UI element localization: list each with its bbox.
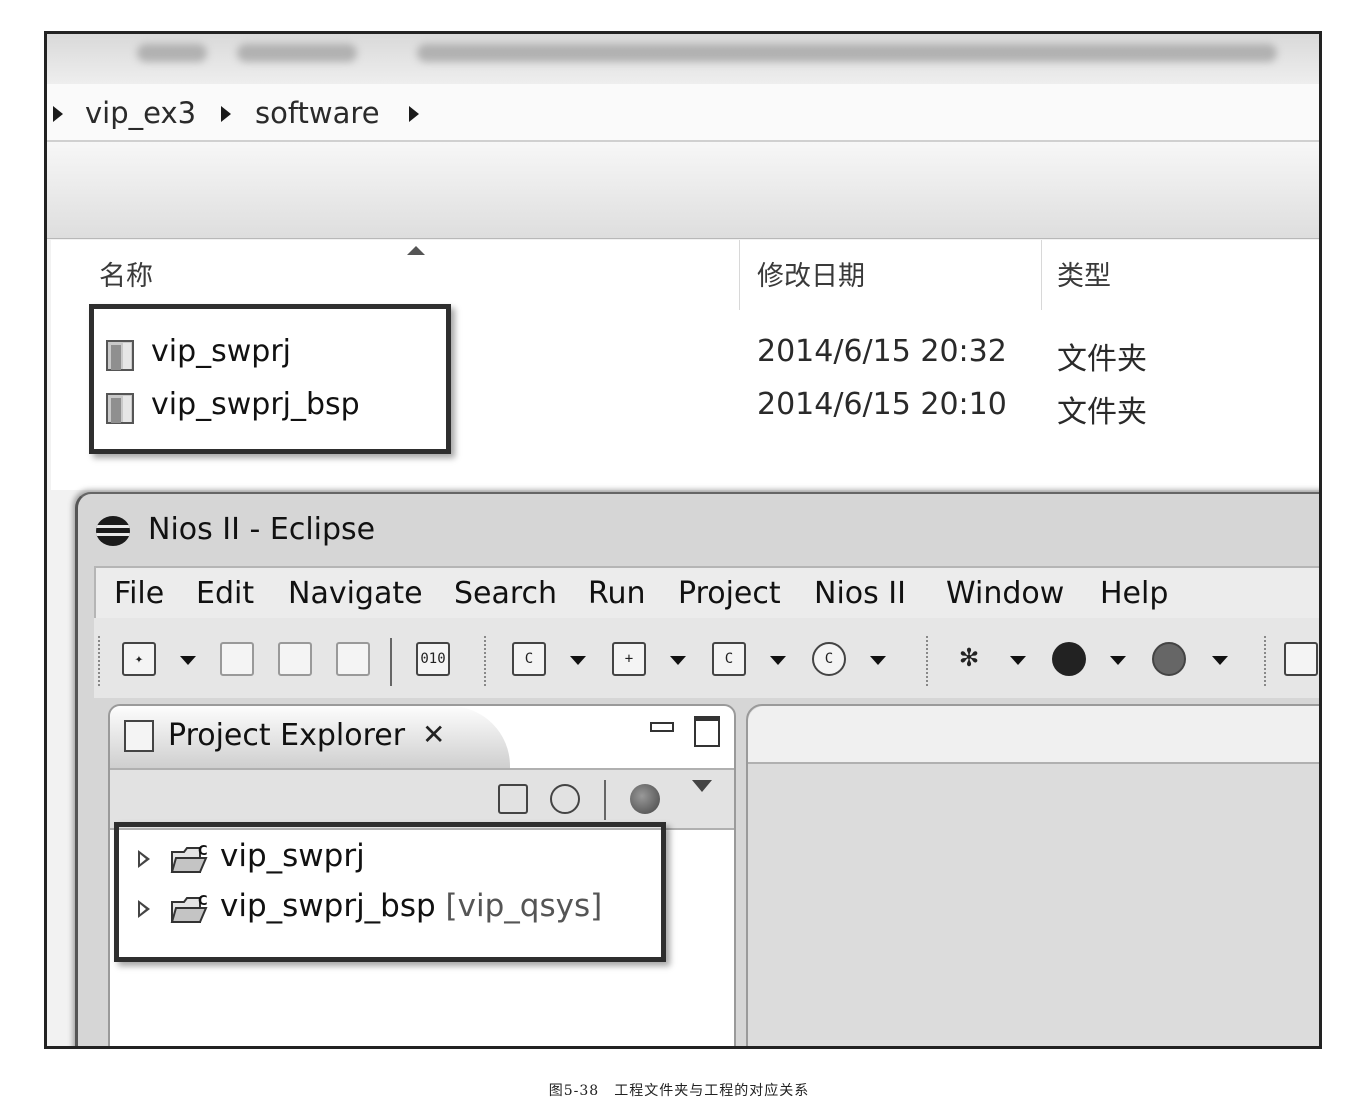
new-class-icon[interactable]: C	[812, 642, 846, 676]
address-bar[interactable]: vip_ex3 software	[47, 84, 1319, 142]
chevron-down-icon[interactable]	[1212, 656, 1228, 665]
new-icon[interactable]: ✦	[122, 642, 156, 676]
file-type: 文件夹	[1057, 395, 1147, 430]
filter-icon[interactable]	[630, 784, 660, 814]
menu-help[interactable]: Help	[1100, 576, 1168, 611]
project-explorer-toolbar	[110, 768, 734, 830]
screenshot-frame: vip_ex3 software 名称 修改日期 类型 vip_swprj 20…	[44, 31, 1322, 1049]
breadcrumb-arrow-icon[interactable]	[53, 106, 63, 122]
binary-icon[interactable]: 010	[416, 642, 450, 676]
column-header-type[interactable]: 类型	[1057, 254, 1111, 293]
menu-nios-ii[interactable]: Nios II	[814, 576, 906, 611]
eclipse-window: Nios II - Eclipse File Edit Navigate Sea…	[75, 492, 1319, 1046]
figure-caption: 图5-38 工程文件夹与工程的对应关系	[548, 1083, 810, 1099]
menu-edit[interactable]: Edit	[196, 576, 254, 611]
file-type: 文件夹	[1057, 342, 1147, 377]
project-explorer-icon	[124, 720, 154, 752]
print-icon[interactable]	[336, 642, 370, 676]
explorer-toolbar	[47, 142, 1319, 239]
view-menu-icon[interactable]	[692, 780, 712, 792]
sort-ascending-icon	[407, 246, 425, 255]
close-icon[interactable]: ✕	[422, 718, 445, 751]
breadcrumb-item-vip-ex3[interactable]: vip_ex3	[85, 96, 196, 130]
chevron-down-icon[interactable]	[670, 656, 686, 665]
window-title-bar-blurred	[47, 34, 1319, 85]
external-tools-icon[interactable]	[1152, 642, 1186, 676]
chevron-down-icon[interactable]	[1110, 656, 1126, 665]
chevron-down-icon[interactable]	[870, 656, 886, 665]
chevron-down-icon[interactable]	[1010, 656, 1026, 665]
column-header-name[interactable]: 名称	[99, 254, 153, 293]
menu-navigate[interactable]: Navigate	[288, 576, 423, 611]
new-c-project-icon[interactable]: C	[512, 642, 546, 676]
project-explorer-view: Project Explorer ✕ C vip_swprj C vip_swp…	[108, 704, 736, 1046]
run-icon[interactable]	[1052, 642, 1086, 676]
column-header-date[interactable]: 修改日期	[757, 254, 865, 293]
collapse-all-icon[interactable]	[498, 784, 528, 814]
menu-bar: File Edit Navigate Search Run Project Ni…	[94, 566, 1319, 618]
eclipse-logo-icon	[96, 516, 130, 546]
perspective-icon[interactable]	[1284, 642, 1318, 676]
file-date: 2014/6/15 20:32	[757, 334, 1007, 369]
chevron-down-icon[interactable]	[180, 656, 196, 665]
project-explorer-label: Project Explorer	[168, 718, 406, 753]
tab-project-explorer[interactable]: Project Explorer ✕	[110, 706, 510, 768]
save-all-icon[interactable]	[278, 642, 312, 676]
highlight-box	[114, 822, 666, 962]
eclipse-title: Nios II - Eclipse	[148, 512, 376, 547]
minimize-icon[interactable]	[650, 722, 674, 732]
debug-icon[interactable]: ✻	[952, 642, 986, 676]
file-list: 名称 修改日期 类型 vip_swprj 2014/6/15 20:32 文件夹…	[51, 240, 1319, 490]
menu-project[interactable]: Project	[678, 576, 781, 611]
menu-run[interactable]: Run	[588, 576, 646, 611]
menu-search[interactable]: Search	[454, 576, 557, 611]
new-c-folder-icon[interactable]: +	[612, 642, 646, 676]
breadcrumb-item-software[interactable]: software	[255, 96, 380, 130]
editor-area[interactable]	[746, 704, 1319, 1046]
breadcrumb-arrow-icon[interactable]	[409, 106, 419, 122]
menu-window[interactable]: Window	[946, 576, 1064, 611]
maximize-icon[interactable]	[694, 716, 720, 747]
link-with-editor-icon[interactable]	[550, 784, 580, 814]
chevron-down-icon[interactable]	[570, 656, 586, 665]
menu-file[interactable]: File	[114, 576, 164, 611]
editor-tab-bar	[748, 706, 1319, 764]
save-icon[interactable]	[220, 642, 254, 676]
new-c-file-icon[interactable]: C	[712, 642, 746, 676]
highlight-box	[89, 304, 451, 454]
eclipse-toolbar: ✦ 010 C + C C ✻	[94, 618, 1319, 698]
file-date: 2014/6/15 20:10	[757, 387, 1007, 422]
chevron-down-icon[interactable]	[770, 656, 786, 665]
breadcrumb-arrow-icon[interactable]	[221, 106, 231, 122]
